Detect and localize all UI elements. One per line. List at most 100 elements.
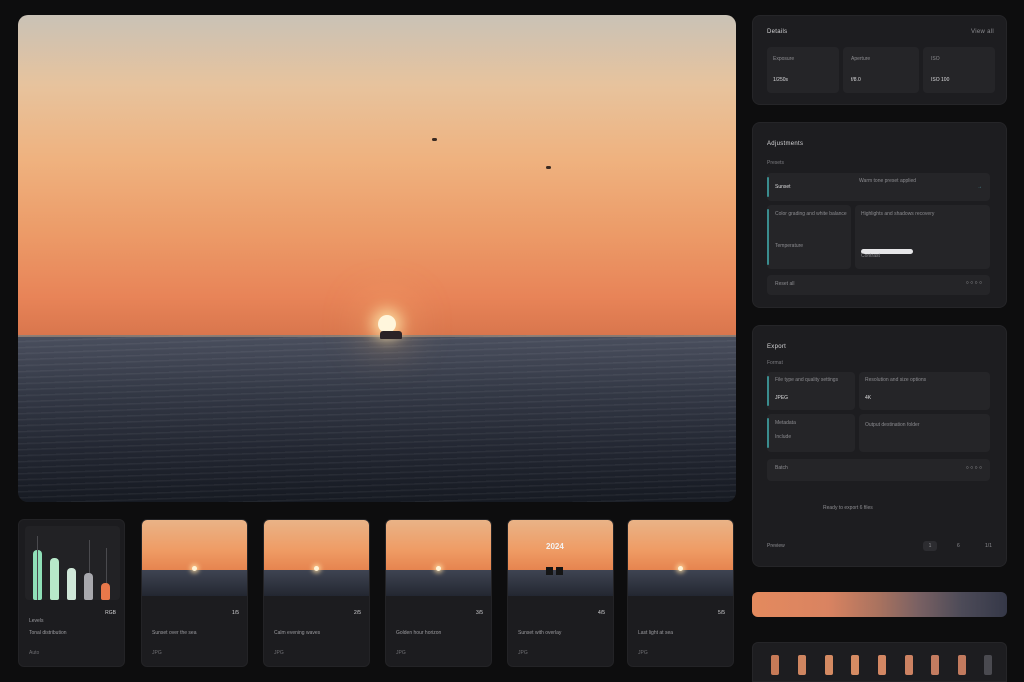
destination-label: Output destination folder xyxy=(865,422,920,428)
preset-description: Warm tone preset applied xyxy=(859,178,917,184)
palette-swatches xyxy=(752,642,1007,682)
histogram-bar xyxy=(84,573,93,600)
export-title: Export xyxy=(767,344,787,350)
resolution-label: Resolution and size options xyxy=(865,377,927,383)
thumb-sky xyxy=(142,520,247,570)
details-title: Details xyxy=(767,29,788,35)
control-icon[interactable]: ○ xyxy=(970,280,973,286)
thumbnail-card[interactable]: 2/5 Calm evening waves JPG xyxy=(263,519,370,667)
thumb-format: JPG xyxy=(638,650,648,656)
export-status: Ready to export 6 files xyxy=(823,505,873,511)
presets-label: Presets xyxy=(767,160,784,166)
sun-icon xyxy=(678,566,683,571)
thumb-index: 4/5 xyxy=(598,610,605,616)
bird-silhouette xyxy=(546,166,551,169)
active-indicator xyxy=(767,177,769,197)
batch-button[interactable]: Batch xyxy=(775,465,788,472)
control-icon[interactable]: ○ xyxy=(966,280,969,286)
control-icon[interactable]: ○ xyxy=(979,465,982,471)
thumb-title: Golden hour horizon xyxy=(396,630,442,636)
histogram-mode: Auto xyxy=(29,650,40,656)
exposure-value: 1/250s xyxy=(773,77,789,83)
control-icon[interactable]: ○ xyxy=(979,280,982,286)
exposure-cell: Exposure 1/250s xyxy=(767,47,839,93)
color-swatch[interactable] xyxy=(958,655,966,675)
thumb-format: JPG xyxy=(152,650,162,656)
horizon-line xyxy=(18,335,736,337)
thumbnail-card[interactable]: 1/5 Sunset over the sea JPG xyxy=(141,519,248,667)
file-type-cell[interactable]: File type and quality settings JPEG xyxy=(767,372,855,410)
aperture-value: f/8.0 xyxy=(851,77,861,83)
histogram-bar xyxy=(67,568,76,600)
color-gradient-bar[interactable] xyxy=(752,592,1007,617)
color-swatch[interactable] xyxy=(905,655,913,675)
control-icon[interactable]: ○ xyxy=(975,465,978,471)
preview-label: Preview xyxy=(767,543,785,549)
thumb-index: 5/5 xyxy=(718,610,725,616)
aperture-label: Aperture xyxy=(851,56,871,62)
active-indicator xyxy=(767,376,769,406)
resolution-value: 4K xyxy=(865,395,872,401)
bird-silhouette xyxy=(432,138,437,141)
color-swatch[interactable] xyxy=(851,655,859,675)
thumb-sky xyxy=(628,520,733,570)
main-image-viewer[interactable] xyxy=(18,15,736,502)
export-controls: ○ ○ ○ ○ xyxy=(966,465,982,471)
view-all-link[interactable]: View all xyxy=(971,29,994,35)
page-indicator: 1/1 xyxy=(985,543,992,549)
active-indicator xyxy=(767,209,769,265)
sea-surface xyxy=(18,335,736,502)
thumb-sea xyxy=(628,570,733,596)
highlights-cell[interactable]: Highlights and shadows recovery Contrast xyxy=(855,205,990,269)
exposure-label: Exposure xyxy=(773,56,795,62)
thumb-index: 3/5 xyxy=(476,610,483,616)
thumbnail-card[interactable]: 5/5 Last light at sea JPG xyxy=(627,519,734,667)
export-panel: Export Format File type and quality sett… xyxy=(752,325,1007,567)
histogram-meta: RGB xyxy=(105,610,116,616)
preset-name: Sunset xyxy=(775,184,791,190)
contrast-label: Contrast xyxy=(861,253,880,259)
color-swatch[interactable] xyxy=(984,655,992,675)
color-swatch[interactable] xyxy=(931,655,939,675)
resolution-cell[interactable]: Resolution and size options 4K xyxy=(859,372,990,410)
thumb-format: JPG xyxy=(274,650,284,656)
page-button[interactable]: 1 xyxy=(923,541,937,551)
sun-icon xyxy=(314,566,319,571)
file-type-value: JPEG xyxy=(775,395,789,401)
sun-icon xyxy=(436,566,441,571)
thumbnail-card[interactable]: 3/5 Golden hour horizon JPG xyxy=(385,519,492,667)
destination-cell[interactable]: Output destination folder xyxy=(859,414,990,452)
iso-value: ISO 100 xyxy=(931,77,950,83)
thumb-sky xyxy=(264,520,369,570)
histogram-bar xyxy=(101,583,110,600)
control-icon[interactable]: ○ xyxy=(975,280,978,286)
thumb-index: 1/5 xyxy=(232,610,239,616)
iso-label: ISO xyxy=(931,56,940,62)
thumb-sky xyxy=(386,520,491,570)
iso-cell: ISO ISO 100 xyxy=(923,47,995,93)
thumb-sea xyxy=(142,570,247,596)
thumbnail-card[interactable]: 2024 4/5 Sunset with overlay JPG xyxy=(507,519,614,667)
preset-row[interactable]: Sunset Warm tone preset applied → xyxy=(767,173,990,201)
reset-all-button[interactable]: Reset all xyxy=(775,281,794,288)
color-swatch[interactable] xyxy=(878,655,886,675)
color-swatch[interactable] xyxy=(825,655,833,675)
sun-icon xyxy=(192,566,197,571)
temperature-label: Temperature xyxy=(775,243,804,249)
color-swatch[interactable] xyxy=(798,655,806,675)
overlay-marks xyxy=(546,562,570,575)
metadata-cell[interactable]: Metadata Include xyxy=(767,414,855,452)
color-grading-cell[interactable]: Color grading and white balance Temperat… xyxy=(767,205,851,269)
histogram-guide xyxy=(37,536,38,600)
thumb-title: Sunset with overlay xyxy=(518,630,562,636)
histogram-card[interactable]: RGB Levels Tonal distribution Auto xyxy=(18,519,125,667)
histogram-label: Levels xyxy=(29,618,44,624)
preset-arrow-icon[interactable]: → xyxy=(977,184,982,191)
control-icon[interactable]: ○ xyxy=(966,465,969,471)
metadata-label: Metadata xyxy=(775,420,796,426)
thumb-index: 2/5 xyxy=(354,610,361,616)
details-panel: Details View all Exposure 1/250s Apertur… xyxy=(752,15,1007,105)
color-swatch[interactable] xyxy=(771,655,779,675)
adjustments-panel: Adjustments Presets Sunset Warm tone pre… xyxy=(752,122,1007,308)
control-icon[interactable]: ○ xyxy=(970,465,973,471)
